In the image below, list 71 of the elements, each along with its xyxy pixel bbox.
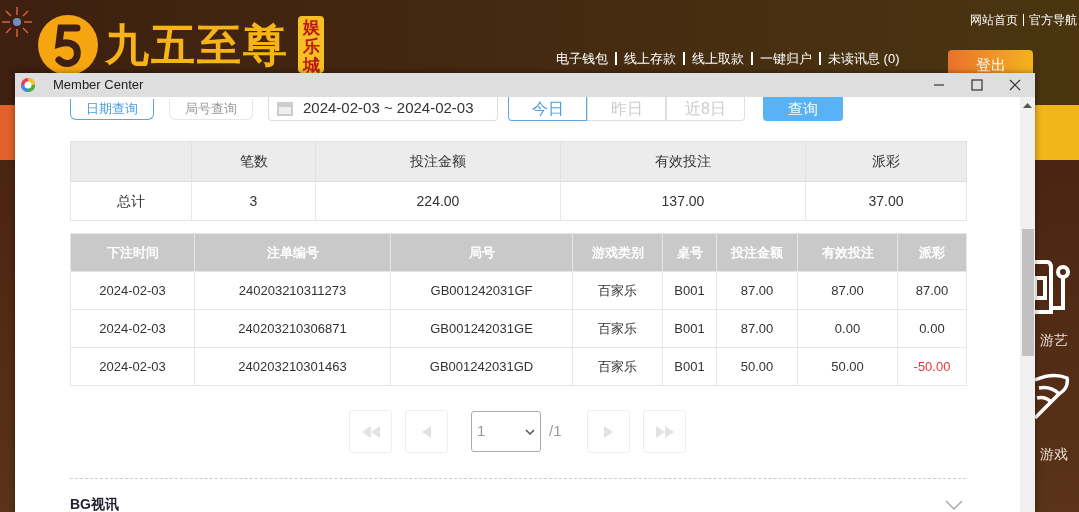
table-cell: 87.00 <box>716 271 798 310</box>
table-cell: 240203210311273 <box>194 271 391 310</box>
top-link[interactable]: 官方导航 <box>1029 11 1077 29</box>
table-cell: B001 <box>662 309 717 348</box>
app-icon <box>20 77 36 93</box>
caret-icon <box>525 428 535 435</box>
logo-icon <box>37 14 99 76</box>
nav-link[interactable]: 线上取款 <box>692 49 744 69</box>
close-icon[interactable] <box>1009 79 1021 91</box>
table-cell: 百家乐 <box>572 309 663 348</box>
page-total: /1 <box>549 421 563 442</box>
table-cell: B001 <box>662 271 717 310</box>
next-page-button[interactable] <box>587 410 630 453</box>
side-label[interactable]: 游艺 <box>1040 330 1068 351</box>
table-cell: 2024-02-03 <box>70 309 195 348</box>
table-cell: 总计 <box>70 181 192 221</box>
side-label[interactable]: 游戏 <box>1040 444 1068 465</box>
table-cell: 2024-02-03 <box>70 271 195 310</box>
table-cell: 87.00 <box>897 271 967 310</box>
nav-link[interactable]: 电子钱包 <box>556 49 608 69</box>
table-cell: 百家乐 <box>572 347 663 386</box>
section-title[interactable]: BG视讯 <box>70 494 119 512</box>
table-header: 笔数 <box>191 141 316 182</box>
right-arrow-icon <box>604 425 613 438</box>
table-cell: 百家乐 <box>572 271 663 310</box>
table-cell: 87.00 <box>797 271 898 310</box>
nav-link[interactable]: 线上存款 <box>624 49 676 69</box>
maximize-icon[interactable] <box>971 79 983 91</box>
table-cell: 137.00 <box>560 181 806 221</box>
table-cell: 0.00 <box>797 309 898 348</box>
table-cell: 50.00 <box>797 347 898 386</box>
menu-bar-background <box>1035 105 1079 160</box>
calendar-icon <box>277 101 293 116</box>
table-cell: GB001242031GF <box>390 271 573 310</box>
previous-page-button[interactable] <box>405 410 448 453</box>
table-cell: 3 <box>191 181 316 221</box>
last-page-button[interactable] <box>643 410 686 453</box>
table-cell: 37.00 <box>805 181 967 221</box>
left-arrow-icon <box>361 425 380 438</box>
table-cell: 224.00 <box>315 181 561 221</box>
window-title: Member Center <box>53 76 144 95</box>
table-cell: 240203210301463 <box>194 347 391 386</box>
table-cell: GB001242031GE <box>390 309 573 348</box>
logo-badge: 娱乐城 <box>298 16 324 73</box>
date-range-field[interactable]: 2024-02-03 ~ 2024-02-03 <box>268 97 498 121</box>
table-cell: GB001242031GD <box>390 347 573 386</box>
top-link[interactable]: 网站首页 <box>970 11 1018 29</box>
left-arrow-icon <box>422 425 431 438</box>
menu-bar-background <box>0 105 16 160</box>
table-cell: 240203210306871 <box>194 309 391 348</box>
table-header: 投注金额 <box>315 141 561 182</box>
date-range-text: 2024-02-03 ~ 2024-02-03 <box>303 98 474 119</box>
table-cell: 2024-02-03 <box>70 347 195 386</box>
scroll-up-icon[interactable] <box>1023 103 1032 108</box>
table-header: 有效投注 <box>560 141 806 182</box>
logo-text: 九五至尊 <box>105 20 289 70</box>
table-cell: B001 <box>662 347 717 386</box>
table-cell: -50.00 <box>897 347 967 386</box>
fireworks-icon <box>0 5 34 39</box>
table-cell: 87.00 <box>716 309 798 348</box>
first-page-button[interactable] <box>349 410 392 453</box>
nav-link[interactable]: 未读讯息 (0) <box>828 49 900 69</box>
nav-link[interactable]: 一键归户 <box>760 49 812 69</box>
right-arrow-icon <box>655 425 674 438</box>
table-cell: 0.00 <box>897 309 967 348</box>
table-header: 派彩 <box>805 141 967 182</box>
chevron-icon[interactable] <box>945 499 963 510</box>
scrollbar[interactable] <box>1020 97 1035 512</box>
scrollbar-thumb[interactable] <box>1022 229 1034 356</box>
shell-icon <box>1035 372 1071 422</box>
table-cell: 50.00 <box>716 347 798 386</box>
